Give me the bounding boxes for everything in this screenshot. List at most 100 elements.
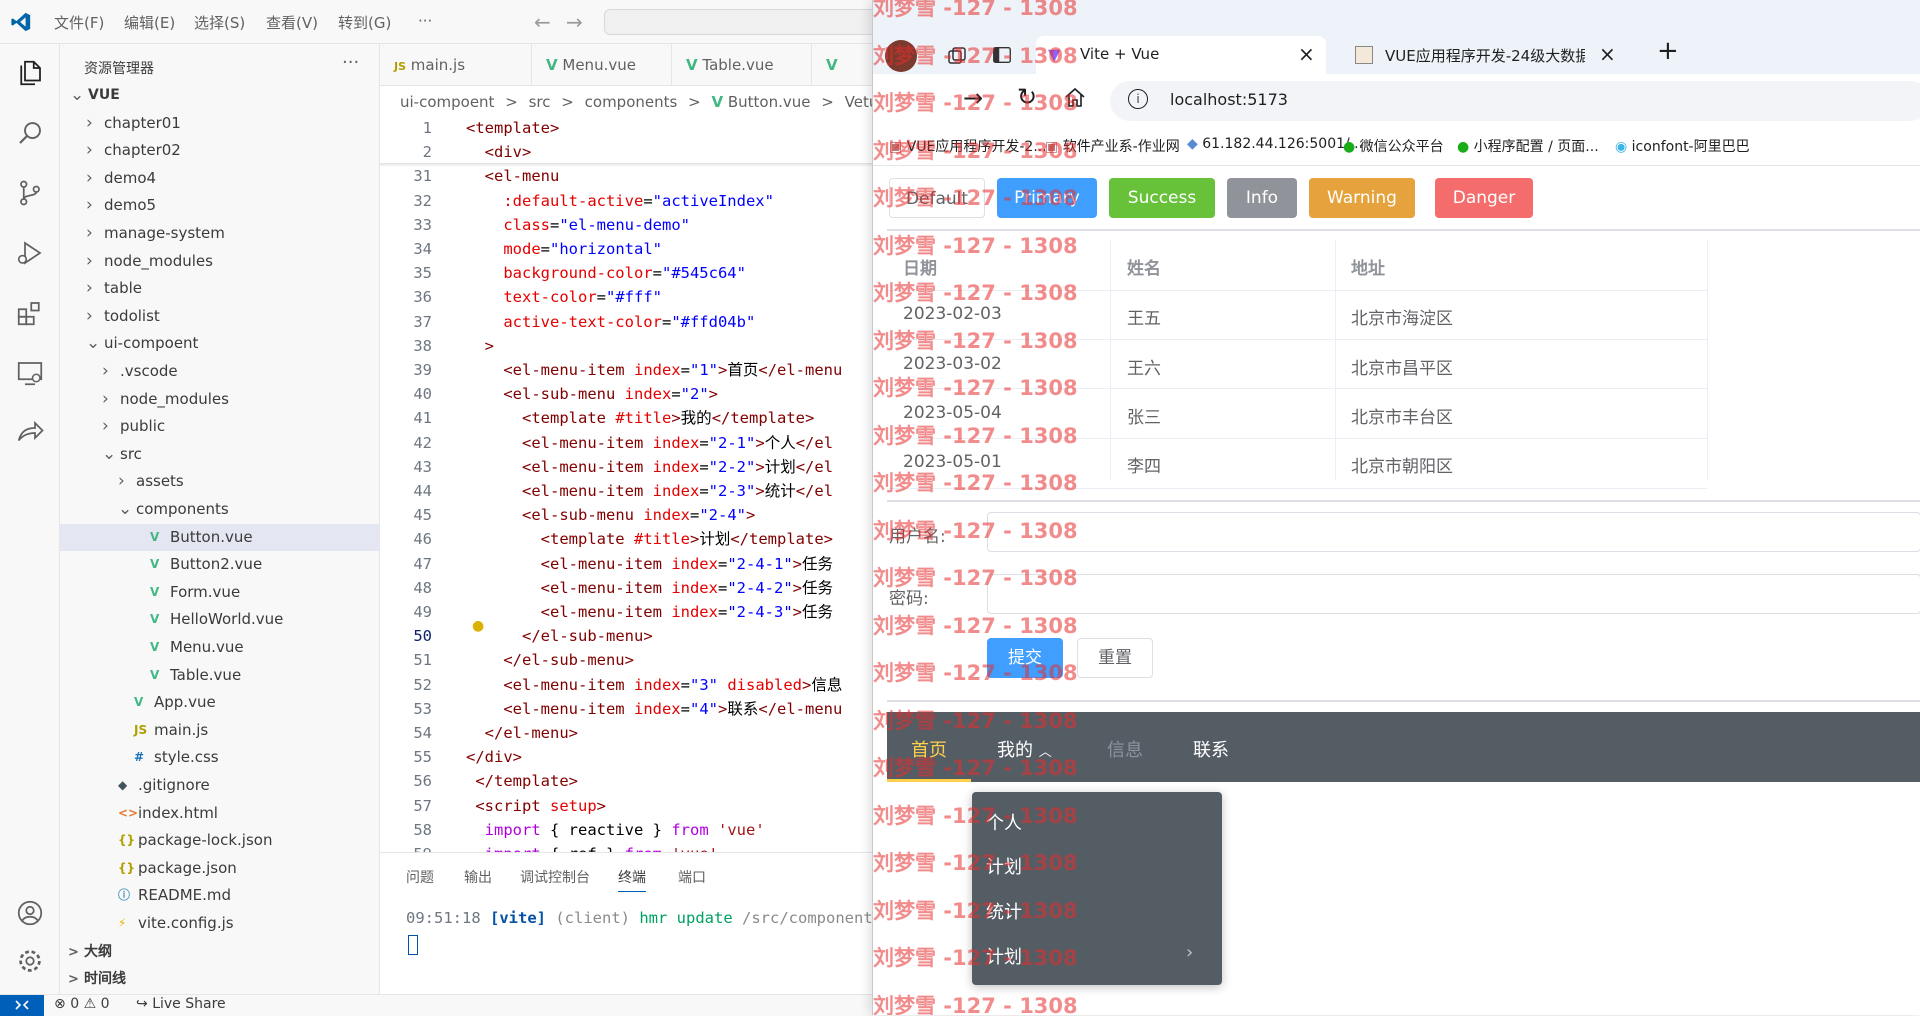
success-button[interactable]: Success xyxy=(1109,178,1215,218)
close-tab-icon[interactable]: × xyxy=(1298,42,1315,66)
terminal-output[interactable]: 09:51:18 [vite] (client) hmr update /src… xyxy=(406,909,891,927)
bookmark-miniprogram[interactable]: ● 小程序配置 / 页面... xyxy=(1457,136,1599,156)
explorer-more-button[interactable]: ··· xyxy=(342,52,359,73)
nav-forward-icon[interactable]: → xyxy=(566,10,583,34)
password-input[interactable] xyxy=(987,574,1920,614)
breadcrumb-item[interactable]: Vetur xyxy=(845,93,872,111)
tree-file[interactable]: ⚡ vite.config.js xyxy=(60,910,380,937)
warning-button[interactable]: Warning xyxy=(1309,178,1415,218)
run-debug-icon[interactable] xyxy=(15,238,45,268)
code-line[interactable]: 54 </el-menu> xyxy=(380,721,872,745)
menu-view[interactable]: 查看(V) xyxy=(266,12,318,33)
tree-file[interactable]: JS main.js xyxy=(60,717,380,744)
code-line[interactable]: 53 <el-menu-item index="4">联系</el-menu xyxy=(380,697,872,721)
default-button[interactable]: Default xyxy=(889,178,985,218)
code-line[interactable]: 32 :default-active="activeIndex" xyxy=(380,189,872,213)
tree-folder[interactable]: ⌄ VUE xyxy=(60,82,380,109)
menu-item-mine[interactable]: 我的 ︿ xyxy=(997,736,1052,762)
code-line[interactable]: 43 <el-menu-item index="2-2">计划</el xyxy=(380,455,872,479)
panel-tab-output[interactable]: 输出 xyxy=(464,867,492,887)
tree-file[interactable]: V Button2.vue xyxy=(60,551,380,578)
code-line[interactable]: 33 class="el-menu-demo" xyxy=(380,213,872,237)
extensions-icon[interactable] xyxy=(15,298,45,328)
bookmark-vue-course[interactable]: ▣ VUE应用程序开发-2... xyxy=(889,136,1047,156)
code-line[interactable]: 52 <el-menu-item index="3" disabled>信息 xyxy=(380,673,872,697)
browser-tab-course[interactable]: VUE应用程序开发-24级大数据4班 × xyxy=(1343,36,1633,74)
menu-item-home[interactable]: 首页 xyxy=(911,736,947,762)
tree-file[interactable]: {} package.json xyxy=(60,855,380,882)
tab-menu-vue[interactable]: V Menu.vue xyxy=(532,44,672,86)
code-line[interactable]: 50 </el-sub-menu> xyxy=(380,624,872,648)
tree-file[interactable]: V HelloWorld.vue xyxy=(60,606,380,633)
code-line[interactable]: 38 > xyxy=(380,334,872,358)
panel-tab-problems[interactable]: 问题 xyxy=(406,867,434,887)
code-line[interactable]: 45 <el-sub-menu index="2-4"> xyxy=(380,503,872,527)
code-line[interactable]: 46 <template #title>计划</template> xyxy=(380,527,872,551)
breadcrumb-item[interactable]: src xyxy=(529,93,551,111)
breadcrumb-item[interactable]: ui-compoent xyxy=(400,93,494,111)
panel-tab-debug-console[interactable]: 调试控制台 xyxy=(520,867,590,887)
tab-button-vue[interactable]: V xyxy=(812,44,872,86)
menu-selection[interactable]: 选择(S) xyxy=(194,12,245,33)
panel-tab-terminal[interactable]: 终端 xyxy=(618,867,646,892)
menu-edit[interactable]: 编辑(E) xyxy=(124,12,175,33)
tree-folder[interactable]: › .vscode xyxy=(60,358,380,385)
tree-folder[interactable]: ⌄ src xyxy=(60,441,380,468)
code-line[interactable]: 40 <el-sub-menu index="2"> xyxy=(380,382,872,406)
tree-file[interactable]: ⓘ README.md xyxy=(60,882,380,909)
vertical-tabs-icon[interactable] xyxy=(991,44,1013,66)
code-line[interactable]: 49 <el-menu-item index="2-4-3">任务 xyxy=(380,600,872,624)
code-line[interactable]: 41 <template #title>我的</template> xyxy=(380,406,872,430)
breadcrumb-item[interactable]: Button.vue xyxy=(728,93,811,111)
submenu-item-stats[interactable]: 统计 xyxy=(986,898,1022,924)
tree-folder[interactable]: › node_modules xyxy=(60,248,380,275)
code-line[interactable]: 2 <div> xyxy=(380,140,872,164)
menu-file[interactable]: 文件(F) xyxy=(54,12,104,33)
code-line[interactable]: 1 <template> xyxy=(380,116,872,140)
forward-icon[interactable]: → xyxy=(963,84,983,112)
tree-file[interactable]: # style.css xyxy=(60,744,380,771)
info-button[interactable]: Info xyxy=(1227,178,1297,218)
menu-more[interactable]: ··· xyxy=(418,12,432,30)
tree-file[interactable]: V App.vue xyxy=(60,689,380,716)
menu-item-contact[interactable]: 联系 xyxy=(1193,736,1229,762)
tree-folder[interactable]: › table xyxy=(60,275,380,302)
problems-status[interactable]: ⊗ 0 ⚠ 0 xyxy=(54,996,110,1012)
timeline-section[interactable]: > 时间线 xyxy=(60,966,380,993)
code-line[interactable]: 42 <el-menu-item index="2-1">个人</el xyxy=(380,431,872,455)
tab-main-js[interactable]: JS main.js xyxy=(380,44,532,86)
submenu-item-personal[interactable]: 个人 xyxy=(986,809,1022,835)
bookmark-ip[interactable]: ◆ 61.182.44.126:5001/... xyxy=(1187,136,1363,152)
tree-folder[interactable]: › todolist xyxy=(60,303,380,330)
tree-folder[interactable]: › public xyxy=(60,413,380,440)
search-icon[interactable] xyxy=(15,118,45,148)
reload-icon[interactable]: ↻ xyxy=(1017,83,1037,111)
close-tab-icon[interactable]: × xyxy=(1599,42,1616,66)
address-bar[interactable]: i localhost:5173 xyxy=(1110,81,1920,121)
tree-file[interactable]: V Button.vue xyxy=(60,523,380,551)
primary-button[interactable]: Primary xyxy=(997,178,1097,218)
code-line[interactable]: 55 </div> xyxy=(380,745,872,769)
new-tab-icon[interactable]: + xyxy=(1657,36,1679,66)
home-icon[interactable] xyxy=(1063,86,1087,110)
bookmark-wechat[interactable]: ● 微信公众平台 xyxy=(1343,136,1444,156)
code-line[interactable]: 48 <el-menu-item index="2-4-2">任务 xyxy=(380,576,872,600)
tree-file[interactable]: ◆ .gitignore xyxy=(60,772,380,799)
tab-table-vue[interactable]: V Table.vue xyxy=(672,44,812,86)
nav-back-icon[interactable]: ← xyxy=(534,10,551,34)
lightbulb-icon[interactable]: ● xyxy=(472,618,484,634)
tree-folder[interactable]: › assets xyxy=(60,468,380,495)
code-line[interactable]: 51 </el-sub-menu> xyxy=(380,648,872,672)
settings-gear-icon[interactable] xyxy=(15,946,45,976)
tree-folder[interactable]: › demo4 xyxy=(60,165,380,192)
code-line[interactable]: 39 <el-menu-item index="1">首页</el-menu xyxy=(380,358,872,382)
outline-section[interactable]: > 大纲 xyxy=(60,939,380,966)
tree-folder[interactable]: › chapter02 xyxy=(60,137,380,164)
site-info-icon[interactable]: i xyxy=(1128,89,1148,109)
tree-file[interactable]: V Form.vue xyxy=(60,579,380,606)
tree-file[interactable]: V Table.vue xyxy=(60,662,380,689)
code-line[interactable]: 36 text-color="#fff" xyxy=(380,285,872,309)
code-line[interactable]: 58 import { reactive } from 'vue' xyxy=(380,818,872,842)
reset-button[interactable]: 重置 xyxy=(1077,638,1153,678)
tree-file[interactable]: {} package-lock.json xyxy=(60,827,380,854)
